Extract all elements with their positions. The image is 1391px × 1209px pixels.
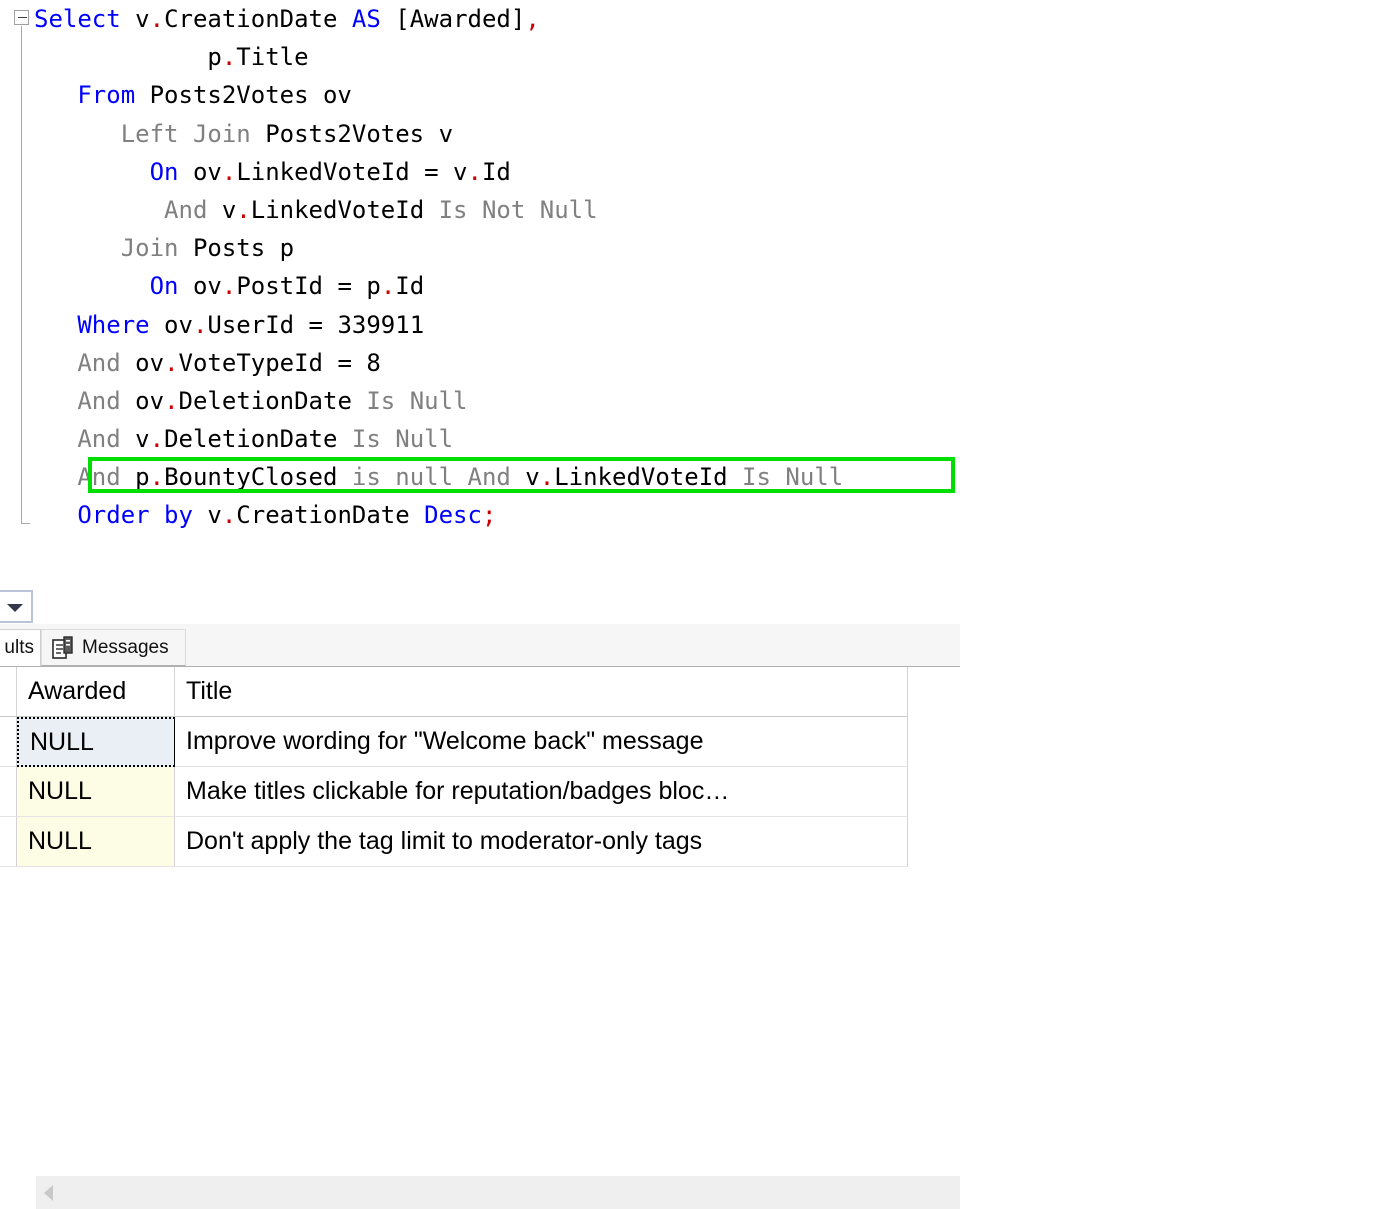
code-line-5: On ov.LinkedVoteId = v.Id <box>34 157 511 186</box>
sql-editor[interactable]: Select v.CreationDate AS [Awarded], p.Ti… <box>0 0 1391 586</box>
collapse-minus-icon[interactable] <box>14 10 29 25</box>
code-line-3: From Posts2Votes ov <box>34 81 352 110</box>
cell-awarded[interactable]: NULL <box>17 717 175 767</box>
row-header[interactable] <box>0 817 17 867</box>
code-line-6: And v.LinkedVoteId Is Not Null <box>34 195 598 224</box>
fold-region-end-tick <box>21 523 30 524</box>
tab-messages[interactable]: Messages <box>41 629 186 666</box>
table-row[interactable]: NULL Make titles clickable for reputatio… <box>0 767 909 817</box>
column-header-title[interactable]: Title <box>175 667 908 717</box>
code-line-1: Select v.CreationDate AS [Awarded], <box>34 5 540 33</box>
scroll-left-arrow-icon[interactable] <box>44 1185 53 1201</box>
fold-region-line <box>21 26 22 524</box>
cell-title[interactable]: Make titles clickable for reputation/bad… <box>175 767 908 817</box>
panel-right-filler <box>960 586 1391 667</box>
chevron-down-icon <box>7 604 23 612</box>
cell-awarded[interactable]: NULL <box>17 817 175 867</box>
editor-bottom-bar <box>0 586 960 1209</box>
cell-title[interactable]: Don't apply the tag limit to moderator-o… <box>175 817 908 867</box>
row-header[interactable] <box>0 717 17 767</box>
code-line-7: Join Posts p <box>34 234 295 263</box>
editor-dropdown-button[interactable] <box>0 590 33 623</box>
sql-code-text[interactable]: Select v.CreationDate AS [Awarded], p.Ti… <box>34 0 843 535</box>
cell-awarded[interactable]: NULL <box>17 767 175 817</box>
tab-results[interactable]: ults <box>0 629 41 666</box>
results-tabstrip: ults Messages <box>0 624 960 667</box>
cell-title[interactable]: Improve wording for "Welcome back" messa… <box>175 717 908 767</box>
code-line-8: On ov.PostId = p.Id <box>34 272 425 301</box>
tab-results-label: ults <box>4 637 34 658</box>
column-header-awarded[interactable]: Awarded <box>17 667 175 717</box>
horizontal-scrollbar[interactable] <box>36 1176 960 1209</box>
code-line-12: And v.DeletionDate Is Null <box>34 425 454 454</box>
code-line-9: Where ov.UserId = 339911 <box>34 310 425 339</box>
messages-icon <box>52 635 74 660</box>
table-row[interactable]: NULL Don't apply the tag limit to modera… <box>0 817 909 867</box>
tab-messages-label: Messages <box>82 636 169 658</box>
code-line-11: And ov.DeletionDate Is Null <box>34 386 468 415</box>
code-line-14: Order by v.CreationDate Desc; <box>34 501 497 530</box>
code-line-13: And p.BountyClosed is null And v.LinkedV… <box>34 463 844 492</box>
grid-right-filler <box>909 667 1391 870</box>
code-folding-gutter <box>0 0 34 586</box>
row-header[interactable] <box>0 767 17 817</box>
code-line-2: p.Title <box>34 43 309 72</box>
table-row[interactable]: NULL Improve wording for "Welcome back" … <box>0 717 909 767</box>
results-grid[interactable]: Awarded Title NULL Improve wording for "… <box>0 667 909 870</box>
row-header-corner[interactable] <box>0 667 17 717</box>
code-line-4: Left Join Posts2Votes v <box>34 119 454 148</box>
code-line-10: And ov.VoteTypeId = 8 <box>34 348 381 377</box>
grid-header-row: Awarded Title <box>0 667 909 717</box>
